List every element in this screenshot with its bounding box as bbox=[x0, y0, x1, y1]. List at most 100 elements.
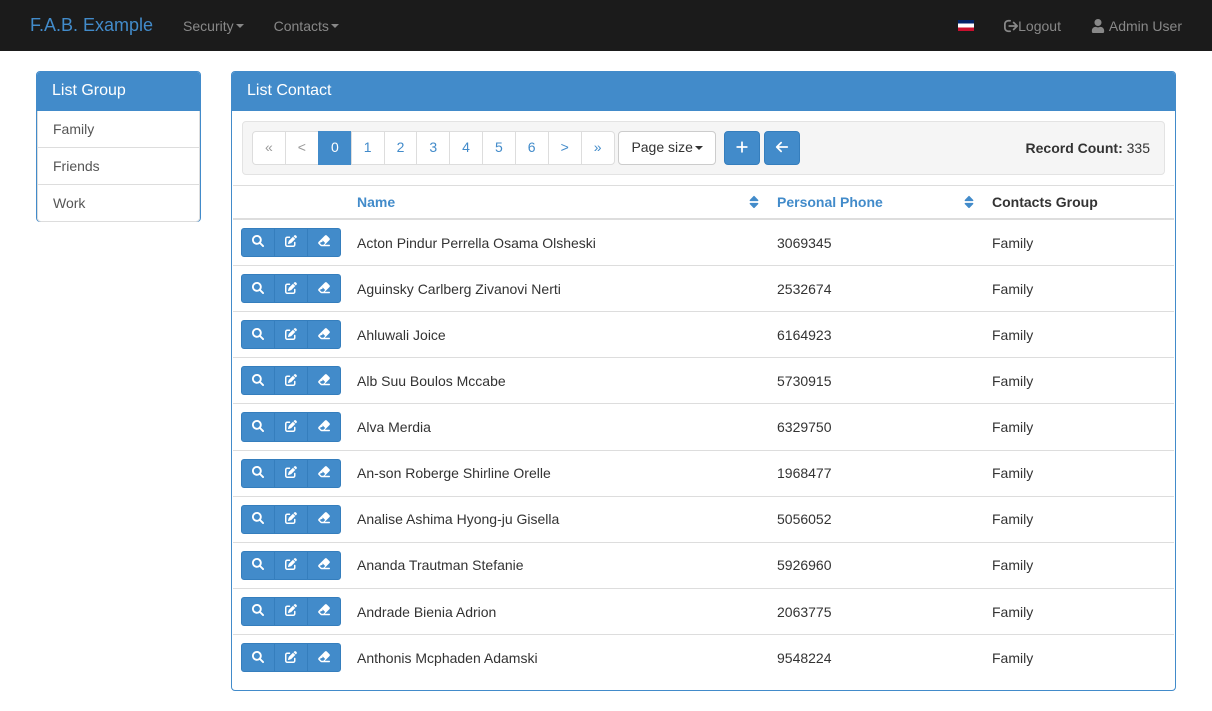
edit-button[interactable] bbox=[274, 228, 308, 257]
edit-icon bbox=[285, 420, 297, 432]
sidebar-item-friends[interactable]: Friends bbox=[37, 147, 200, 185]
show-button[interactable] bbox=[241, 228, 275, 257]
show-button[interactable] bbox=[241, 643, 275, 672]
page-prev[interactable]: < bbox=[285, 131, 319, 165]
search-icon bbox=[252, 328, 264, 340]
delete-button[interactable] bbox=[307, 551, 341, 580]
cell-phone: 5730915 bbox=[769, 358, 984, 404]
show-button[interactable] bbox=[241, 320, 275, 349]
show-button[interactable] bbox=[241, 412, 275, 441]
user-link[interactable]: Admin User bbox=[1076, 3, 1197, 49]
sort-icon bbox=[962, 195, 976, 209]
cell-phone: 9548224 bbox=[769, 635, 984, 681]
page-4[interactable]: 4 bbox=[449, 131, 483, 165]
show-button[interactable] bbox=[241, 366, 275, 395]
cell-name: Alva Merdia bbox=[349, 404, 769, 450]
cell-group: Family bbox=[984, 496, 1174, 542]
navbar-menu: Security Contacts bbox=[168, 3, 354, 49]
edit-button[interactable] bbox=[274, 274, 308, 303]
delete-button[interactable] bbox=[307, 643, 341, 672]
main-heading: List Contact bbox=[232, 72, 1175, 111]
eraser-icon bbox=[318, 235, 330, 247]
delete-button[interactable] bbox=[307, 366, 341, 395]
edit-button[interactable] bbox=[274, 505, 308, 534]
page-size-label: Page size bbox=[631, 139, 692, 155]
row-actions bbox=[241, 274, 341, 303]
edit-icon bbox=[285, 235, 297, 247]
page-last[interactable]: » bbox=[581, 131, 615, 165]
brand-link[interactable]: F.A.B. Example bbox=[15, 0, 168, 51]
delete-button[interactable] bbox=[307, 412, 341, 441]
edit-button[interactable] bbox=[274, 412, 308, 441]
cell-group: Family bbox=[984, 312, 1174, 358]
cell-phone: 2532674 bbox=[769, 266, 984, 312]
show-button[interactable] bbox=[241, 274, 275, 303]
edit-button[interactable] bbox=[274, 459, 308, 488]
edit-icon bbox=[285, 558, 297, 570]
delete-button[interactable] bbox=[307, 274, 341, 303]
edit-button[interactable] bbox=[274, 551, 308, 580]
delete-button[interactable] bbox=[307, 459, 341, 488]
logout-link[interactable]: Logout bbox=[989, 3, 1076, 49]
search-icon bbox=[252, 235, 264, 247]
edit-button[interactable] bbox=[274, 320, 308, 349]
user-label: Admin User bbox=[1109, 18, 1182, 34]
delete-button[interactable] bbox=[307, 597, 341, 626]
page-next[interactable]: > bbox=[548, 131, 582, 165]
sort-phone-toggle[interactable] bbox=[962, 194, 976, 210]
row-actions bbox=[241, 412, 341, 441]
nav-contacts[interactable]: Contacts bbox=[259, 3, 354, 49]
row-actions bbox=[241, 597, 341, 626]
nav-security[interactable]: Security bbox=[168, 3, 259, 49]
add-button[interactable] bbox=[724, 131, 760, 165]
record-count-value: 335 bbox=[1127, 140, 1150, 156]
edit-icon bbox=[285, 512, 297, 524]
edit-button[interactable] bbox=[274, 366, 308, 395]
edit-icon bbox=[285, 466, 297, 478]
edit-icon bbox=[285, 282, 297, 294]
show-button[interactable] bbox=[241, 597, 275, 626]
plus-icon bbox=[735, 140, 749, 154]
edit-button[interactable] bbox=[274, 643, 308, 672]
page-6[interactable]: 6 bbox=[515, 131, 549, 165]
navbar-right-menu: Logout Admin User bbox=[989, 3, 1197, 49]
sidebar-item-family[interactable]: Family bbox=[37, 111, 200, 148]
navbar-right: Logout Admin User bbox=[943, 3, 1197, 49]
eraser-icon bbox=[318, 651, 330, 663]
contacts-table: Name Personal Phone bbox=[233, 185, 1174, 680]
navbar: F.A.B. Example Security Contacts Logout … bbox=[0, 0, 1212, 51]
back-button[interactable] bbox=[764, 131, 800, 165]
th-name: Name bbox=[349, 185, 769, 219]
search-icon bbox=[252, 651, 264, 663]
page-size-button[interactable]: Page size bbox=[618, 131, 715, 165]
sort-name-toggle[interactable] bbox=[747, 194, 761, 210]
delete-button[interactable] bbox=[307, 505, 341, 534]
table-row: Analise Ashima Hyong-ju Gisella5056052Fa… bbox=[233, 496, 1174, 542]
page-5[interactable]: 5 bbox=[482, 131, 516, 165]
row-actions bbox=[241, 643, 341, 672]
eraser-icon bbox=[318, 604, 330, 616]
sort-phone[interactable]: Personal Phone bbox=[777, 194, 883, 210]
page-3[interactable]: 3 bbox=[416, 131, 450, 165]
sidebar-item-work[interactable]: Work bbox=[37, 184, 200, 222]
sort-icon bbox=[747, 195, 761, 209]
show-button[interactable] bbox=[241, 459, 275, 488]
page-first[interactable]: « bbox=[252, 131, 286, 165]
show-button[interactable] bbox=[241, 551, 275, 580]
edit-button[interactable] bbox=[274, 597, 308, 626]
show-button[interactable] bbox=[241, 505, 275, 534]
delete-button[interactable] bbox=[307, 320, 341, 349]
delete-button[interactable] bbox=[307, 228, 341, 257]
locale-link[interactable] bbox=[943, 18, 989, 34]
table-row: An-son Roberge Shirline Orelle1968477Fam… bbox=[233, 450, 1174, 496]
record-count-label: Record Count: bbox=[1026, 140, 1123, 156]
sort-name[interactable]: Name bbox=[357, 194, 395, 210]
page-1[interactable]: 1 bbox=[351, 131, 385, 165]
page-2[interactable]: 2 bbox=[384, 131, 418, 165]
logout-label: Logout bbox=[1018, 18, 1061, 34]
table-row: Ananda Trautman Stefanie5926960Family bbox=[233, 542, 1174, 588]
row-actions bbox=[241, 366, 341, 395]
edit-icon bbox=[285, 374, 297, 386]
page-0[interactable]: 0 bbox=[318, 131, 352, 165]
cell-group: Family bbox=[984, 635, 1174, 681]
